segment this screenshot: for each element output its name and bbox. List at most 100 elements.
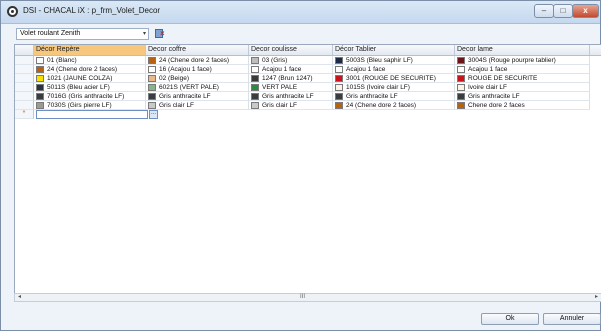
column-header-decor-lame[interactable]: Decor lame [455, 45, 590, 55]
scroll-right-icon[interactable]: ▸ [592, 294, 601, 301]
cell-text: 7016G (Gris anthracite LF) [47, 93, 125, 100]
color-swatch [335, 102, 343, 109]
cell-text: 5011S (Bleu acier LF) [47, 84, 110, 91]
new-row: * ... [15, 110, 601, 119]
table-cell[interactable]: Gris anthracite LF [249, 92, 333, 101]
color-swatch [251, 84, 259, 91]
ok-button[interactable]: Ok [481, 313, 539, 325]
cell-text: 1021 (JAUNE COLZA) [47, 75, 113, 82]
table-row[interactable]: 24 (Chene dore 2 faces) 16 (Acajou 1 face… [15, 65, 601, 74]
color-swatch [457, 102, 465, 109]
table-cell[interactable]: Gris anthracite LF [455, 92, 590, 101]
cell-text: ROUGE DE SECURITE [468, 75, 538, 82]
table-cell[interactable]: Acajou 1 face [455, 65, 590, 74]
table-cell[interactable]: 3001 (ROUGE DE SECURITE) [333, 74, 455, 83]
cell-text: 6021S (VERT PALE) [159, 84, 219, 91]
new-row-marker: * [15, 110, 34, 119]
table-cell[interactable]: 24 (Chene dore 2 faces) [333, 101, 455, 110]
color-swatch [251, 66, 259, 73]
cell-text: Gris clair LF [262, 102, 298, 109]
table-cell[interactable]: 7030S (Girs pierre LF) [34, 101, 146, 110]
column-header-decor-tablier[interactable]: Décor Tablier [333, 45, 455, 55]
volet-type-value: Volet roulant Zenith [20, 30, 81, 37]
color-swatch [251, 102, 259, 109]
cancel-button[interactable]: Annuler [543, 313, 601, 325]
app-icon [7, 6, 18, 17]
cell-text: 7030S (Girs pierre LF) [47, 102, 112, 109]
color-swatch [335, 66, 343, 73]
color-swatch [148, 75, 156, 82]
cell-text: Acajou 1 face [346, 66, 386, 73]
cell-text: Gris anthracite LF [262, 93, 314, 100]
table-cell[interactable]: 24 (Chene dore 2 faces) [34, 65, 146, 74]
table-cell[interactable]: 6021S (VERT PALE) [146, 83, 249, 92]
table-row[interactable]: 7030S (Girs pierre LF) Gris clair LF Gris … [15, 101, 601, 110]
volet-type-select[interactable]: Volet roulant Zenith ▾ [16, 28, 149, 40]
table-cell[interactable]: 1021 (JAUNE COLZA) [34, 74, 146, 83]
cell-text: 1247 (Brun 1247) [262, 75, 313, 82]
table-cell[interactable]: 24 (Chene dore 2 faces) [146, 56, 249, 65]
maximize-button[interactable]: □ [553, 4, 573, 18]
column-header-decor-coffre[interactable]: Decor coffre [146, 45, 249, 55]
table-cell[interactable]: Acajou 1 face [249, 65, 333, 74]
color-swatch [36, 93, 44, 100]
decor-grid: Décor Repère Decor coffre Decor coulisse… [14, 44, 601, 300]
table-cell[interactable]: Gris clair LF [146, 101, 249, 110]
row-selector[interactable] [15, 83, 34, 92]
delete-filter-icon[interactable]: × [155, 29, 167, 39]
color-swatch [457, 75, 465, 82]
table-cell[interactable]: ROUGE DE SECURITE [455, 74, 590, 83]
color-swatch [148, 57, 156, 64]
scroll-thumb[interactable]: III [300, 294, 305, 300]
table-cell[interactable]: 5003S (Bleu saphir LF) [333, 56, 455, 65]
cell-text: 24 (Chene dore 2 faces) [159, 57, 230, 64]
color-swatch [457, 93, 465, 100]
column-header-decor-coulisse[interactable]: Decor coulisse [249, 45, 333, 55]
row-selector[interactable] [15, 92, 34, 101]
color-swatch [148, 84, 156, 91]
color-swatch [36, 102, 44, 109]
table-cell[interactable]: Chene dore 2 faces [455, 101, 590, 110]
row-selector[interactable] [15, 65, 34, 74]
new-decor-input[interactable] [36, 110, 148, 119]
cell-text: 1015S (Ivoire clair LF) [346, 84, 410, 91]
grid-corner[interactable] [15, 45, 34, 55]
chevron-down-icon[interactable]: ▾ [143, 30, 146, 37]
table-cell[interactable]: Acajou 1 face [333, 65, 455, 74]
column-header-decor-repere[interactable]: Décor Repère [34, 45, 146, 55]
table-cell[interactable]: 1247 (Brun 1247) [249, 74, 333, 83]
row-selector[interactable] [15, 74, 34, 83]
color-swatch [36, 66, 44, 73]
row-selector[interactable] [15, 101, 34, 110]
table-row[interactable]: 01 (Blanc) 24 (Chene dore 2 faces) 03 (Gri… [15, 56, 601, 65]
table-cell[interactable]: Gris clair LF [249, 101, 333, 110]
color-swatch [335, 75, 343, 82]
close-button[interactable]: x [572, 4, 599, 18]
cell-text: Gris clair LF [159, 102, 195, 109]
table-row[interactable]: 7016G (Gris anthracite LF) Gris anthracit… [15, 92, 601, 101]
table-cell[interactable]: Ivoire clair LF [455, 83, 590, 92]
row-selector[interactable] [15, 56, 34, 65]
table-cell[interactable]: 16 (Acajou 1 face) [146, 65, 249, 74]
toolbar: Volet roulant Zenith ▾ × [3, 25, 600, 43]
table-cell[interactable]: 1015S (Ivoire clair LF) [333, 83, 455, 92]
color-swatch [148, 93, 156, 100]
table-cell[interactable]: 03 (Gris) [249, 56, 333, 65]
minimize-button[interactable]: – [534, 4, 554, 18]
table-cell[interactable]: 7016G (Gris anthracite LF) [34, 92, 146, 101]
table-cell[interactable]: VERT PALE [249, 83, 333, 92]
table-cell[interactable]: 5011S (Bleu acier LF) [34, 83, 146, 92]
table-row[interactable]: 1021 (JAUNE COLZA) 02 (Beige) 1247 (Brun 1… [15, 74, 601, 83]
table-cell[interactable]: Gris anthracite LF [333, 92, 455, 101]
table-cell[interactable]: 02 (Beige) [146, 74, 249, 83]
table-row[interactable]: 5011S (Bleu acier LF) 6021S (VERT PALE) VE… [15, 83, 601, 92]
title-bar: DSI - CHACAL iX : p_frm_Volet_Decor – □ … [1, 1, 600, 24]
ellipsis-button[interactable]: ... [149, 110, 158, 119]
color-swatch [457, 57, 465, 64]
cell-text: Ivoire clair LF [468, 84, 508, 91]
table-cell[interactable]: Gris anthracite LF [146, 92, 249, 101]
scroll-left-icon[interactable]: ◂ [15, 294, 24, 301]
horizontal-scrollbar[interactable]: ◂ III ▸ [14, 293, 601, 302]
table-cell[interactable]: 01 (Blanc) [34, 56, 146, 65]
table-cell[interactable]: 3004S (Rouge pourpre tablier) [455, 56, 590, 65]
